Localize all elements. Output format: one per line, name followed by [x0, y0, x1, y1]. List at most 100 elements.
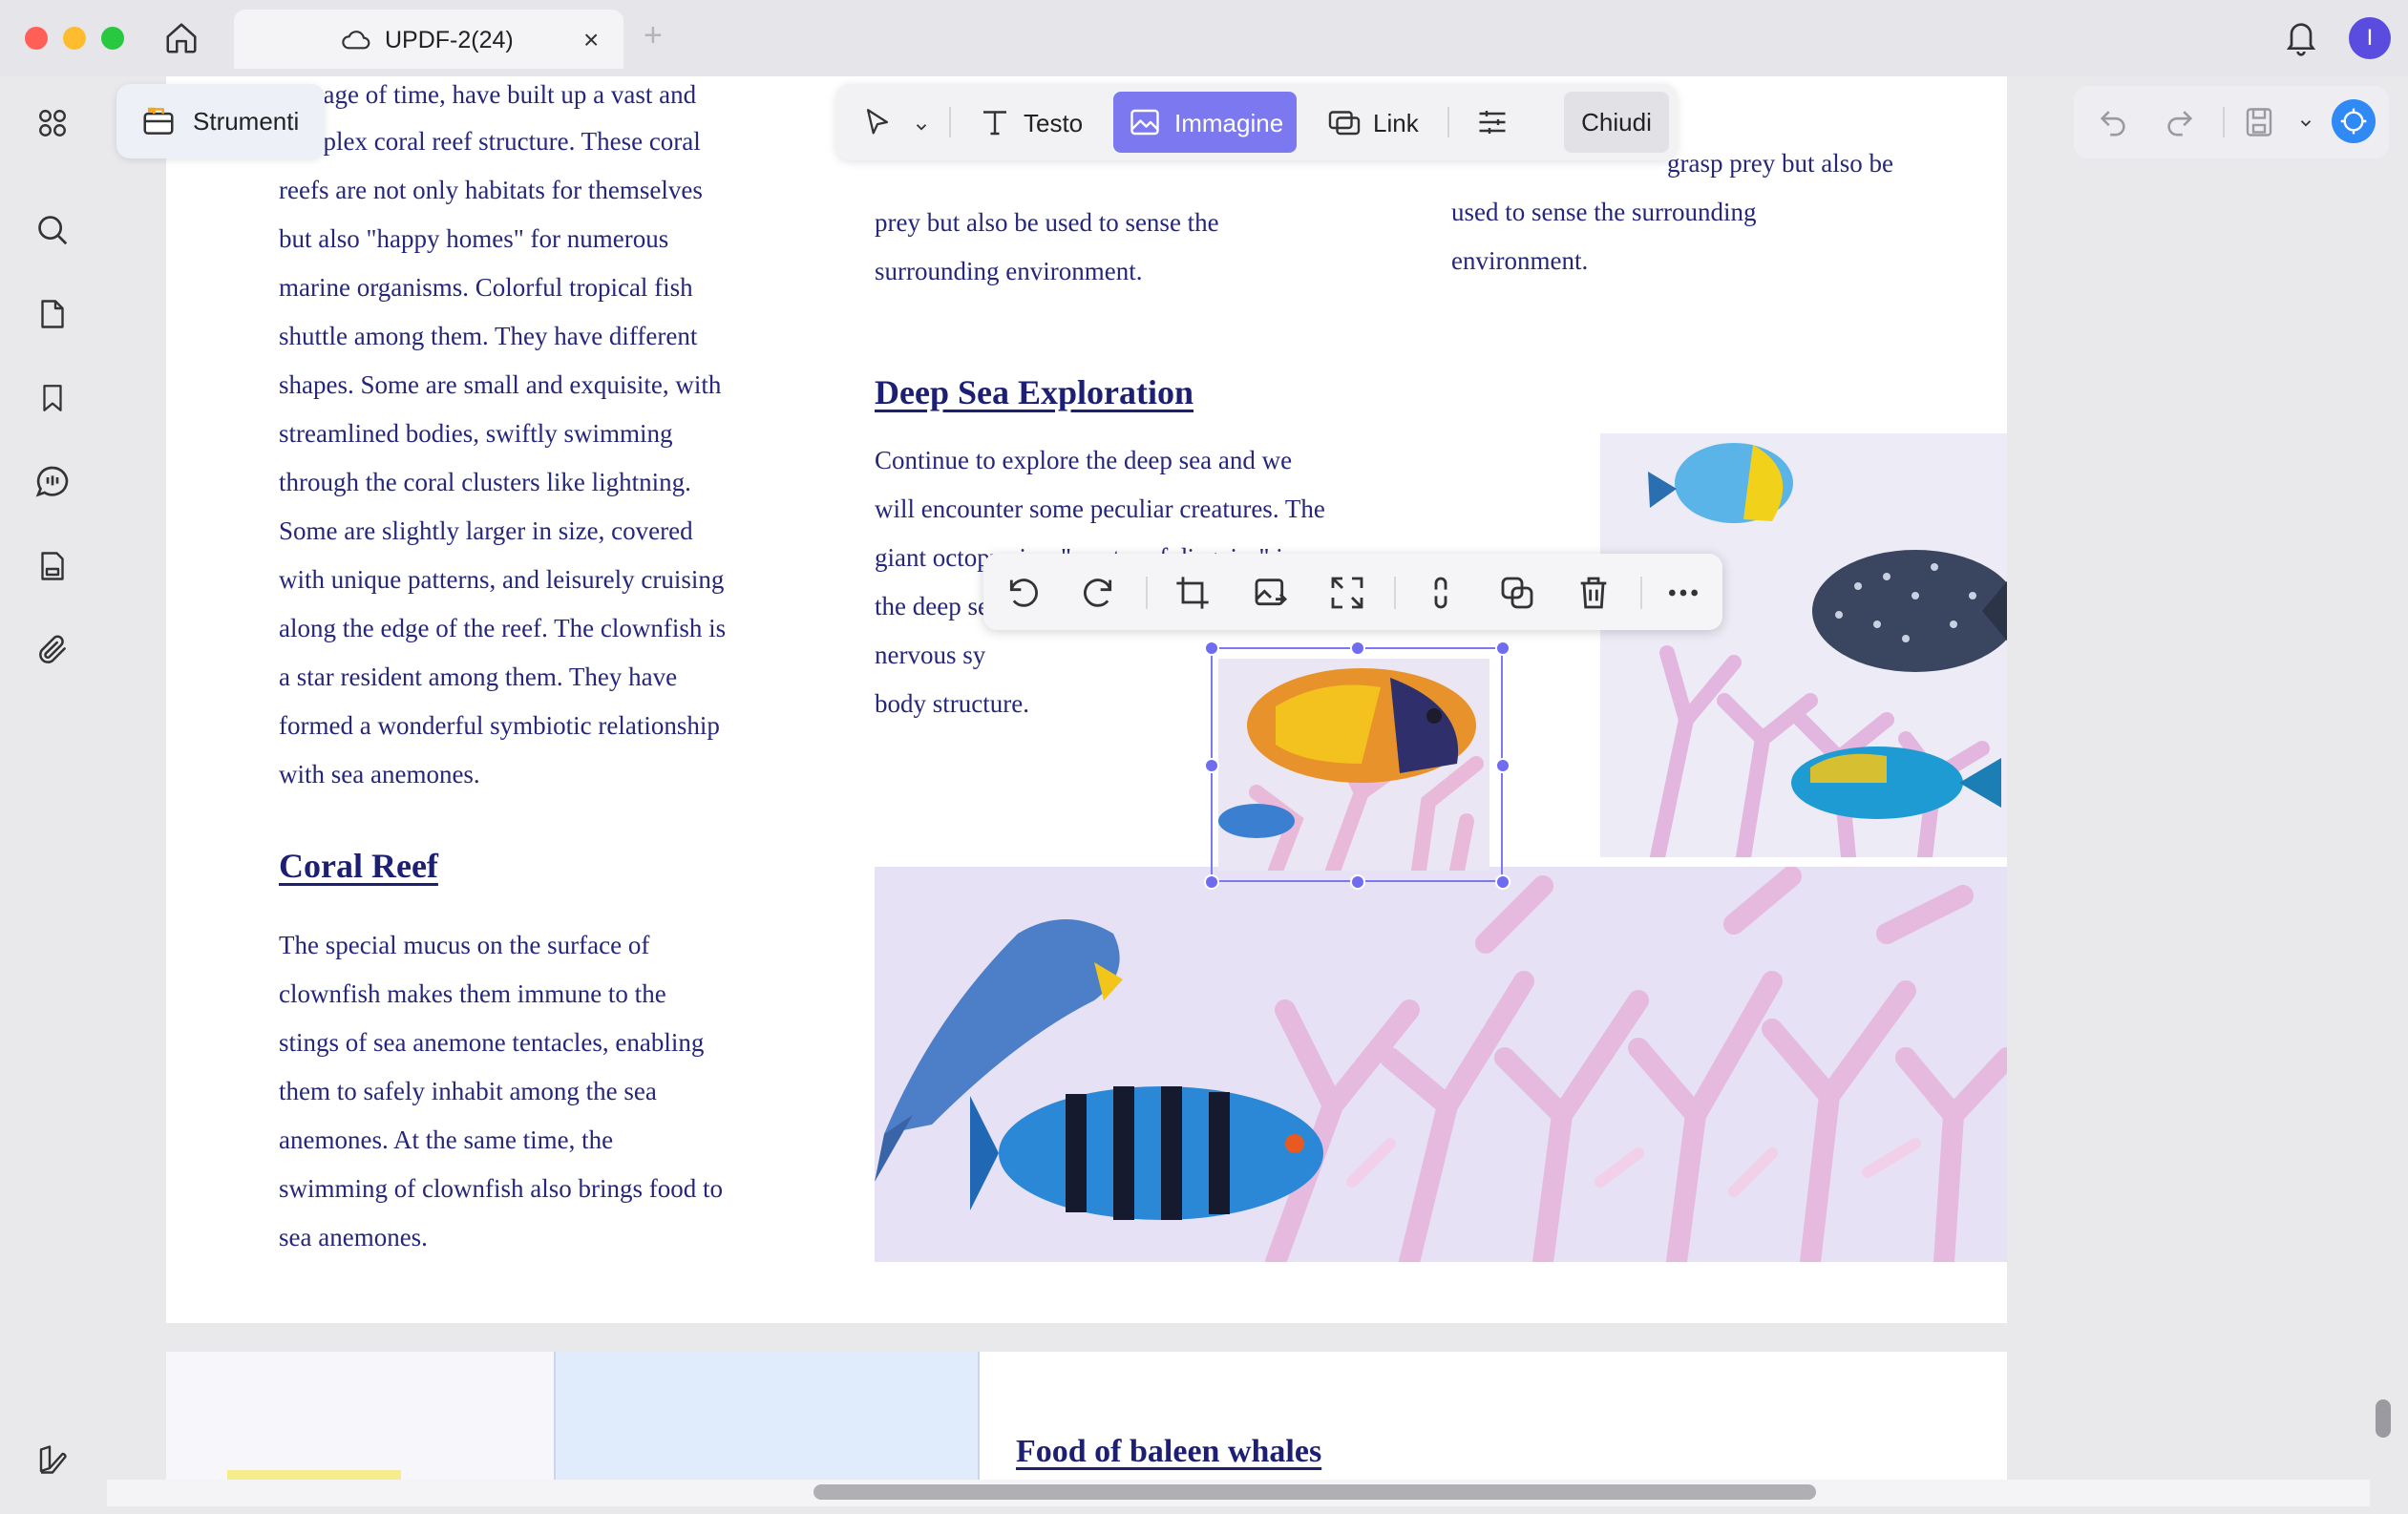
text-tool-button[interactable]: Testo — [964, 92, 1094, 153]
coral-reef-heading: Coral Reef — [279, 847, 438, 885]
resize-handle-right[interactable] — [1495, 758, 1510, 773]
left-column-text: passage of time, have built up a vast an… — [279, 80, 775, 799]
separator — [1640, 577, 1642, 609]
highlight-mark — [227, 1470, 401, 1480]
text-line: Continue to explore the deep sea and we — [875, 446, 1293, 474]
resize-handle-bottom-left[interactable] — [1204, 874, 1219, 890]
separator — [2223, 107, 2225, 137]
image-icon — [1127, 105, 1163, 146]
separator — [1394, 577, 1396, 609]
text-line: stings of sea anemone tentacles, enablin… — [279, 1028, 705, 1057]
resize-handle-bottom-right[interactable] — [1495, 874, 1510, 890]
home-icon[interactable] — [160, 17, 202, 59]
resize-handle-bottom[interactable] — [1350, 874, 1365, 890]
coral-reef-image-large[interactable] — [875, 867, 2007, 1262]
text-line: sea anemones. — [279, 1223, 428, 1251]
text-line: formed a wonderful symbiotic relationshi… — [279, 711, 720, 740]
rotate-left-icon[interactable] — [1001, 571, 1045, 615]
resize-handle-left[interactable] — [1204, 758, 1219, 773]
text-line: with sea anemones. — [279, 760, 480, 789]
pdf-page-next: Food of baleen whales — [166, 1352, 2007, 1480]
attachment-icon[interactable] — [31, 628, 74, 672]
text-line: with unique patterns, and leisurely crui… — [279, 565, 725, 594]
text-line: marine organisms. Colorful tropical fish — [279, 273, 693, 302]
tools-label: Strumenti — [193, 107, 300, 136]
extract-image-icon[interactable] — [1325, 571, 1369, 615]
rotate-right-icon[interactable] — [1077, 571, 1121, 615]
image-tool-label: Immagine — [1174, 109, 1284, 137]
link-image-icon[interactable] — [1419, 571, 1463, 615]
link-tool-button[interactable]: Link — [1314, 92, 1440, 153]
ai-assistant-icon[interactable] — [2332, 99, 2376, 143]
text-line: reefs are not only habitats for themselv… — [279, 176, 703, 204]
text-line: shapes. Some are small and exquisite, wi… — [279, 370, 722, 399]
bell-icon[interactable] — [2282, 17, 2320, 62]
link-tool-label: Link — [1373, 109, 1419, 137]
text-line: surrounding environment. — [875, 257, 1143, 285]
crop-icon[interactable] — [1171, 571, 1215, 615]
comment-icon[interactable] — [31, 460, 74, 504]
text-line: them to safely inhabit among the sea — [279, 1077, 657, 1105]
page-block-middle — [554, 1352, 980, 1480]
bookmark-icon[interactable] — [31, 376, 74, 420]
text-line: a star resident among them. They have — [279, 662, 678, 691]
duplicate-icon[interactable] — [1495, 571, 1539, 615]
text-line: Some are slightly larger in size, covere… — [279, 516, 693, 545]
document-stack-icon[interactable] — [31, 544, 74, 588]
resize-handle-top[interactable] — [1350, 641, 1365, 656]
text-line: shuttle among them. They have different — [279, 322, 698, 350]
text-line: environment. — [1451, 246, 1589, 275]
page-block-left — [166, 1352, 554, 1480]
zoom-window-button[interactable] — [101, 27, 124, 50]
toolbox-icon — [139, 103, 178, 144]
fish-coral-image-right[interactable] — [1600, 433, 2007, 857]
resize-handle-top-left[interactable] — [1204, 641, 1219, 656]
grid-icon[interactable] — [31, 101, 74, 145]
tab-close-button[interactable]: × — [583, 25, 599, 55]
left-sidebar — [0, 76, 105, 1514]
chevron-down-icon[interactable] — [2297, 115, 2314, 137]
tab-title: UPDF-2(24) — [385, 27, 514, 53]
close-window-button[interactable] — [25, 27, 48, 50]
text-line: complex coral reef structure. These cora… — [279, 127, 701, 156]
avatar[interactable]: I — [2349, 17, 2391, 59]
text-line: will encounter some peculiar creatures. … — [875, 494, 1325, 523]
settings-button[interactable] — [1461, 92, 1524, 153]
text-line: prey but also be used to sense the — [875, 208, 1219, 237]
minimize-window-button[interactable] — [63, 27, 86, 50]
more-options-icon[interactable] — [1661, 571, 1705, 615]
text-tool-label: Testo — [1024, 109, 1084, 137]
horizontal-scrollbar[interactable] — [813, 1484, 1816, 1500]
theme-icon[interactable] — [31, 1438, 74, 1482]
separator — [1447, 107, 1449, 137]
undo-icon[interactable] — [2097, 105, 2129, 142]
baleen-heading: Food of baleen whales — [1016, 1434, 1322, 1469]
save-icon[interactable] — [2242, 105, 2276, 144]
image-selection-frame[interactable] — [1204, 641, 1510, 890]
text-line: along the edge of the reef. The clownfis… — [279, 614, 727, 642]
vertical-scrollbar[interactable] — [2376, 1399, 2391, 1438]
image-tool-button[interactable]: Immagine — [1113, 92, 1297, 153]
right-top-text: grasp prey but also be used to sense the… — [1451, 139, 1967, 285]
text-icon — [978, 105, 1012, 146]
page-icon[interactable] — [31, 292, 74, 336]
tools-button[interactable]: Strumenti — [116, 84, 325, 158]
pointer-icon — [861, 105, 894, 146]
document-tab[interactable]: UPDF-2(24) × — [234, 10, 623, 69]
cloud-icon — [341, 27, 371, 56]
redo-icon[interactable] — [2164, 105, 2196, 142]
new-tab-button[interactable]: + — [644, 17, 663, 54]
close-edit-button[interactable]: Chiudi — [1564, 92, 1669, 153]
trash-icon[interactable] — [1572, 571, 1616, 615]
resize-handle-top-right[interactable] — [1495, 641, 1510, 656]
pdf-page: passage of time, have built up a vast an… — [166, 76, 2007, 1323]
chevron-down-icon — [913, 113, 930, 142]
title-bar: UPDF-2(24) × + I — [0, 0, 2408, 76]
separator — [949, 107, 951, 137]
text-line: used to sense the surrounding — [1451, 198, 1757, 226]
replace-image-icon[interactable] — [1249, 571, 1293, 615]
text-line: The special mucus on the surface of — [279, 931, 650, 959]
text-line: but also "happy homes" for numerous — [279, 224, 669, 253]
search-icon[interactable] — [31, 208, 74, 252]
select-tool-button[interactable] — [855, 92, 941, 153]
